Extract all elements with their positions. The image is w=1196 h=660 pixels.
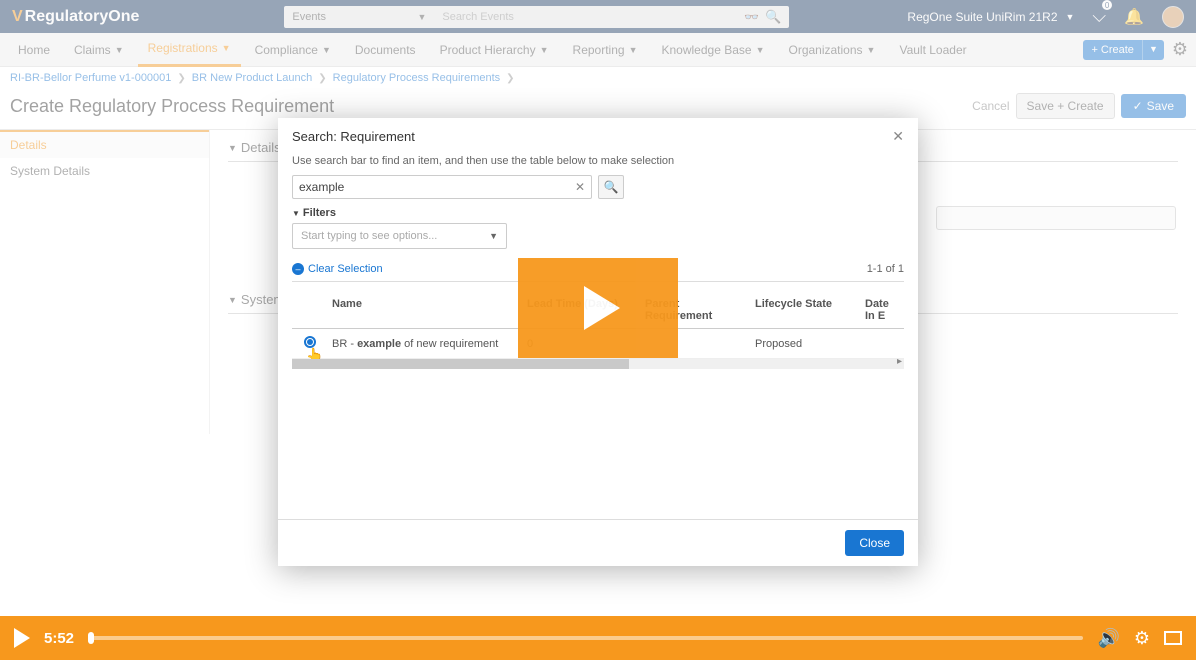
play-icon (584, 286, 620, 330)
filters-toggle[interactable]: ▼Filters (292, 207, 904, 219)
fullscreen-icon[interactable] (1164, 631, 1182, 645)
minus-circle-icon: – (292, 263, 304, 275)
col-date[interactable]: Date In E (861, 292, 904, 328)
video-progress-bar[interactable] (88, 636, 1083, 640)
cell-date (861, 337, 904, 351)
horizontal-scrollbar[interactable] (292, 359, 904, 369)
cell-lifecycle: Proposed (751, 331, 861, 357)
close-icon[interactable]: ✕ (892, 128, 904, 145)
modal-description: Use search bar to find an item, and then… (292, 155, 904, 167)
filter-options-input[interactable]: Start typing to see options... ▼ (292, 223, 507, 249)
caret-down-icon: ▼ (489, 231, 498, 241)
cell-name: BR - example of new requirement (328, 331, 523, 357)
video-controls: 5:52 🔊 ⚙ (0, 616, 1196, 660)
close-button[interactable]: Close (845, 530, 904, 556)
modal-search-button[interactable]: 🔍 (598, 175, 624, 199)
modal-search-input[interactable]: example ✕ (292, 175, 592, 199)
pagination-label: 1-1 of 1 (867, 263, 904, 275)
volume-icon[interactable]: 🔊 (1097, 628, 1119, 649)
settings-gear-icon[interactable]: ⚙ (1134, 628, 1150, 649)
radio-selected[interactable] (304, 336, 316, 348)
col-lifecycle[interactable]: Lifecycle State (751, 292, 861, 328)
play-button[interactable] (14, 628, 30, 648)
clear-input-icon[interactable]: ✕ (575, 180, 585, 194)
col-name[interactable]: Name (328, 292, 523, 328)
modal-title: Search: Requirement (292, 129, 415, 144)
video-play-overlay[interactable] (518, 258, 678, 358)
video-time: 5:52 (44, 630, 74, 647)
clear-selection-link[interactable]: – Clear Selection (292, 263, 383, 275)
